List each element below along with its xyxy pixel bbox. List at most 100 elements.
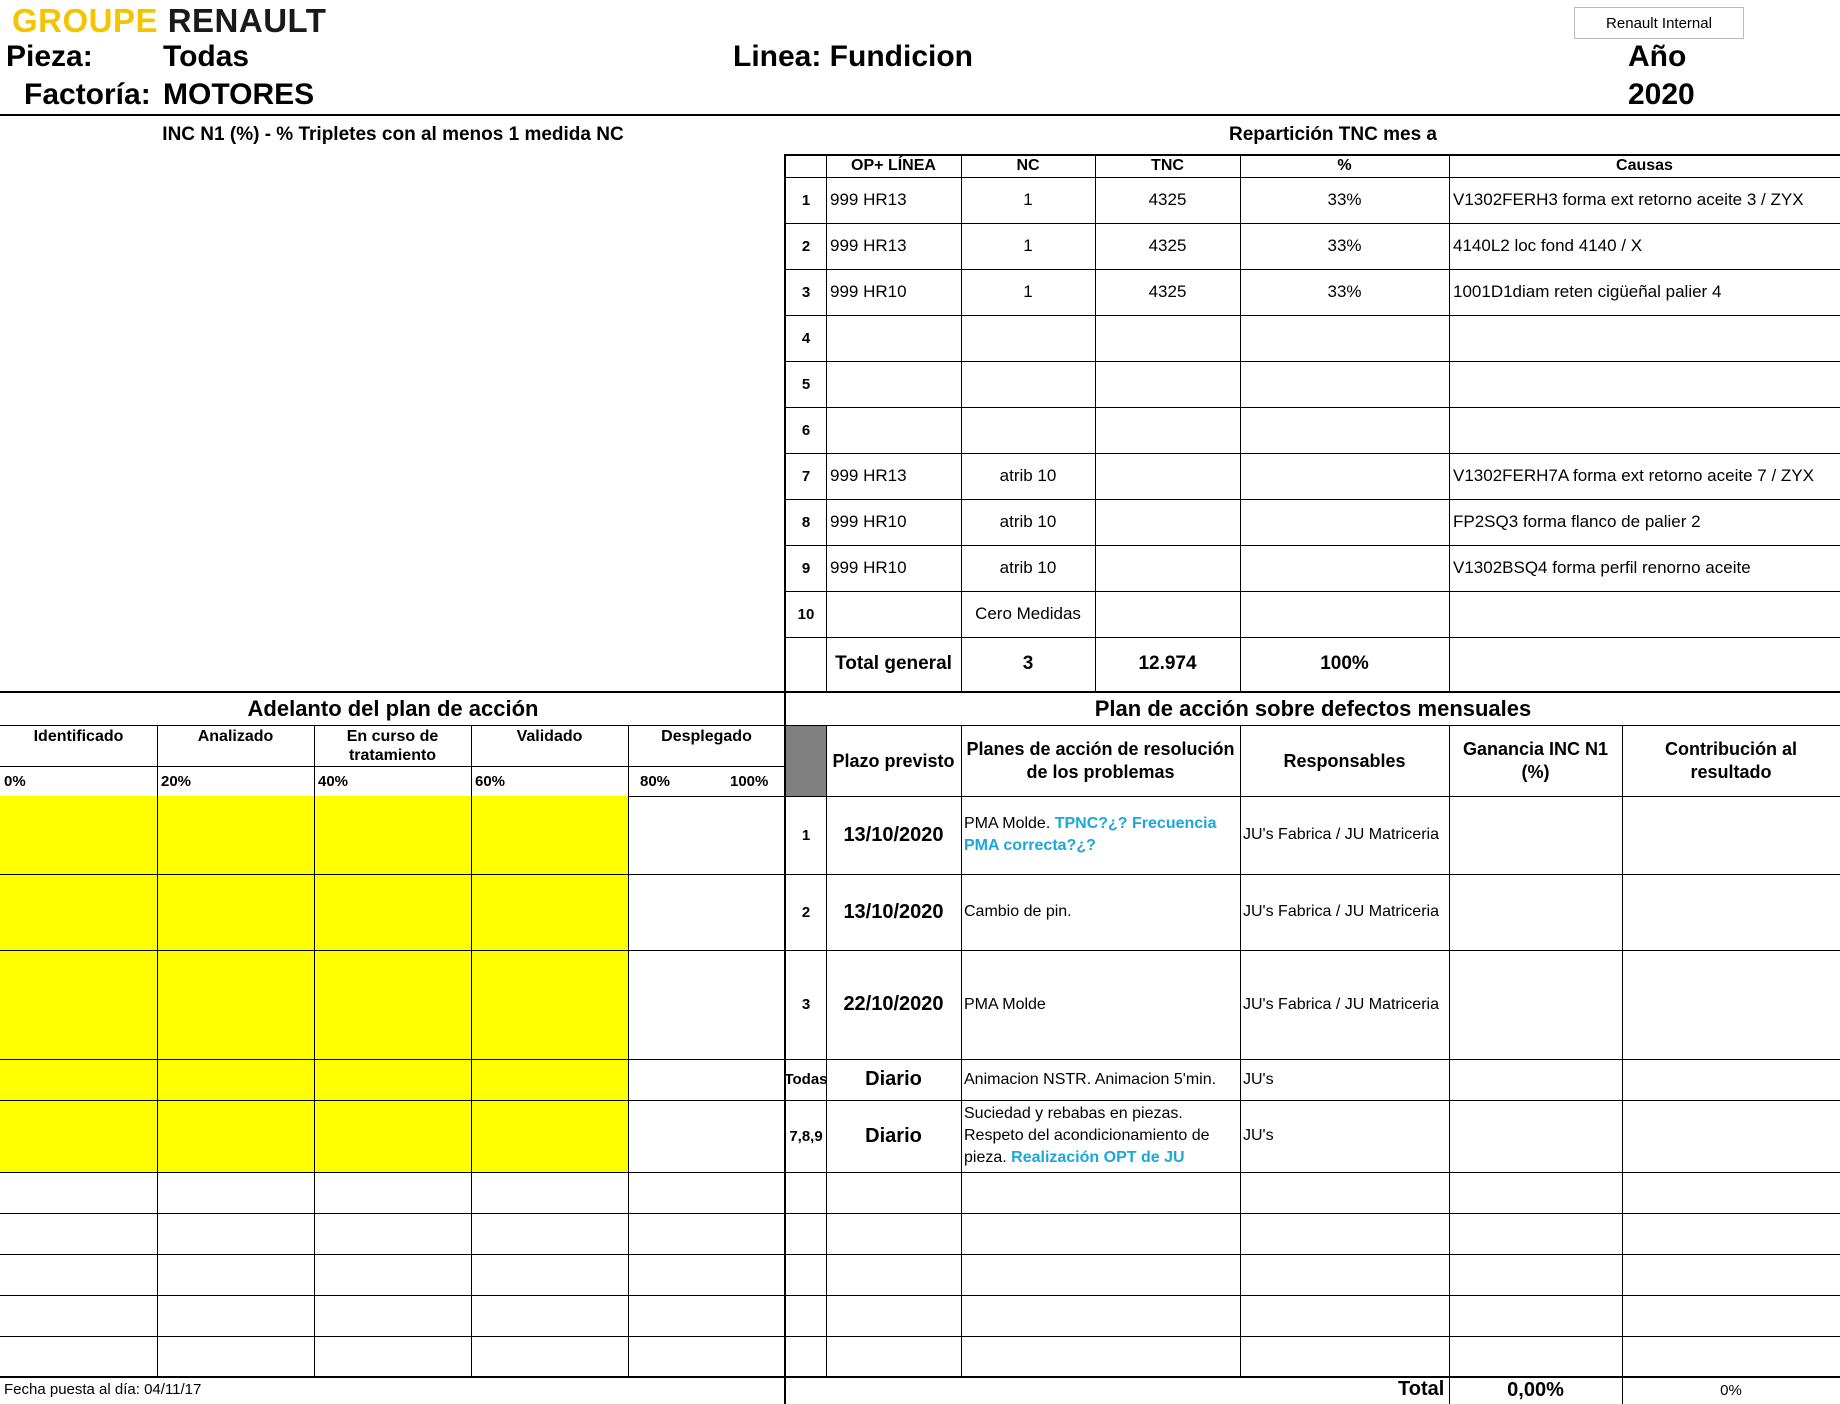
plan-accion: Suciedad y rebabas en piezas. Respeto de…	[961, 1100, 1240, 1172]
tnc-cell-nc: 1	[1023, 282, 1033, 301]
anio-label: Año	[1628, 40, 1687, 73]
tnc-cell-nc: Cero Medidas	[975, 604, 1081, 623]
tnc-header-pct: %	[1337, 157, 1352, 174]
tnc-cell-causa	[1449, 407, 1840, 453]
plan-total-label: Total	[1398, 1378, 1445, 1400]
scale-label: 0%	[4, 773, 26, 790]
stage-header: En curso de tratamiento	[346, 728, 439, 764]
tnc-cell-nc: 1	[1023, 190, 1033, 209]
tnc-header-tnc: TNC	[1151, 157, 1184, 174]
tnc-cell-nc: 1	[1023, 236, 1033, 255]
plan-plazo: 13/10/2020	[843, 823, 944, 846]
tnc-cell-nc	[961, 407, 1095, 453]
tnc-cell-tnc: 4325	[1148, 190, 1187, 209]
tnc-total-tnc: 12.974	[1138, 653, 1197, 674]
plan-header-contribucion: Contribución al resultado	[1665, 739, 1797, 782]
tnc-cell-causa	[1449, 591, 1840, 637]
plan-row-number: 1	[801, 826, 811, 844]
plan-plazo: Diario	[865, 1068, 922, 1090]
tnc-cell-n: 2	[801, 237, 811, 255]
tnc-cell-pct: 33%	[1327, 282, 1362, 301]
tnc-cell-pct	[1240, 591, 1449, 637]
tnc-cell-op: 999 HR10	[830, 512, 907, 531]
tnc-cell-nc	[961, 361, 1095, 407]
tnc-cell-nc: atrib 10	[999, 466, 1057, 485]
header-divider	[0, 114, 1840, 116]
tnc-cell-op	[826, 591, 961, 637]
scale-label: 20%	[161, 773, 192, 790]
tnc-cell-n: 7	[801, 467, 811, 485]
plan-total-contribucion: 0%	[1720, 1382, 1742, 1399]
plan-accion-text: PMA Molde	[964, 995, 1046, 1013]
tnc-cell-pct	[1240, 499, 1449, 545]
plan-accion: PMA Molde	[961, 950, 1240, 1059]
tnc-cell-pct	[1240, 361, 1449, 407]
tnc-cell-causa: FP2SQ3 forma flanco de palier 2	[1453, 512, 1701, 531]
tnc-total-nc: 3	[1022, 653, 1034, 674]
pieza-value: Todas	[163, 40, 250, 73]
tnc-cell-pct: 33%	[1327, 190, 1362, 209]
header-grey-cell	[786, 726, 826, 796]
stage-header: Desplegado	[661, 728, 752, 745]
tnc-cell-tnc	[1095, 545, 1240, 591]
tnc-cell-n: 6	[801, 421, 811, 439]
plan-responsables: JU's Fabrica / JU Matriceria	[1243, 995, 1439, 1013]
tnc-cell-pct	[1240, 453, 1449, 499]
tnc-cell-op: 999 HR10	[830, 282, 907, 301]
adelanto-title: Adelanto del plan de acción	[247, 696, 539, 721]
tnc-cell-tnc	[1095, 453, 1240, 499]
stage-header: Identificado	[33, 728, 124, 745]
tnc-cell-n: 3	[801, 283, 811, 301]
plan-row-number: 3	[801, 996, 811, 1013]
tnc-header-op: OP+ LÍNEA	[851, 157, 936, 174]
tnc-cell-causa	[1449, 361, 1840, 407]
plan-total-ganancia: 0,00%	[1507, 1379, 1564, 1401]
tnc-cell-causa: 4140L2 loc fond 4140 / X	[1453, 236, 1643, 255]
plan-responsables: JU's	[1243, 1127, 1274, 1144]
plan-plazo: 13/10/2020	[843, 900, 944, 923]
tnc-cell-causa: V1302FERH3 forma ext retorno aceite 3 / …	[1453, 190, 1804, 209]
tnc-cell-pct	[1240, 315, 1449, 361]
fecha-actualizacion: Fecha puesta al día: 04/11/17	[4, 1381, 202, 1398]
plan-accion: Cambio de pin.	[961, 874, 1240, 950]
scale-label: 80%	[640, 773, 671, 790]
logo-renault: RENAULT	[167, 2, 327, 39]
tnc-cell-op: 999 HR13	[830, 236, 907, 255]
tnc-cell-pct	[1240, 545, 1449, 591]
tnc-cell-n: 1	[801, 191, 811, 209]
plan-header-ganancia: Ganancia INC N1 (%)	[1462, 739, 1609, 782]
plan-accion-text: Animacion NSTR. Animacion 5'min.	[964, 1070, 1217, 1088]
plan-row-number: 7,8,9	[789, 1127, 823, 1145]
tnc-cell-n: 8	[801, 513, 811, 531]
tnc-cell-nc: atrib 10	[999, 558, 1057, 577]
scale-label: 60%	[475, 773, 506, 790]
logo: GROUPE RENAULT	[12, 2, 326, 40]
tnc-cell-op	[826, 315, 961, 361]
factoria-label: Factoría:	[24, 78, 151, 111]
tnc-header-causas: Causas	[1616, 157, 1673, 174]
tnc-cell-pct	[1240, 407, 1449, 453]
plan-row-number: 2	[801, 903, 811, 921]
plan-accion-highlight: Realización OPT de JU	[1011, 1149, 1185, 1166]
scale-label: 40%	[318, 773, 349, 790]
tnc-cell-op: 999 HR13	[830, 466, 907, 485]
plan-header-plazo: Plazo previsto	[832, 750, 955, 771]
scale-label: 100%	[730, 773, 769, 790]
tnc-cell-causa: V1302BSQ4 forma perfil renorno aceite	[1453, 558, 1751, 577]
tnc-cell-pct: 33%	[1327, 236, 1362, 255]
tnc-cell-op	[826, 407, 961, 453]
plan-accion-text: PMA Molde.	[964, 815, 1055, 832]
tnc-cell-n: 5	[801, 375, 811, 393]
plan-plazo: 22/10/2020	[843, 993, 944, 1015]
panel-divider	[784, 154, 786, 1404]
plan-plazo: Diario	[865, 1124, 922, 1147]
stage-header: Validado	[516, 728, 583, 745]
tnc-cell-causa	[1449, 315, 1840, 361]
plan-accion: PMA Molde. TPNC?¿? Frecuencia PMA correc…	[961, 796, 1240, 874]
tnc-cell-tnc	[1095, 407, 1240, 453]
tnc-cell-tnc	[1095, 499, 1240, 545]
tnc-cell-nc: atrib 10	[999, 512, 1057, 531]
plan-responsables: JU's	[1243, 1070, 1274, 1088]
plan-accion-text: Cambio de pin.	[964, 903, 1072, 920]
linea: Linea: Fundicion	[733, 40, 973, 73]
